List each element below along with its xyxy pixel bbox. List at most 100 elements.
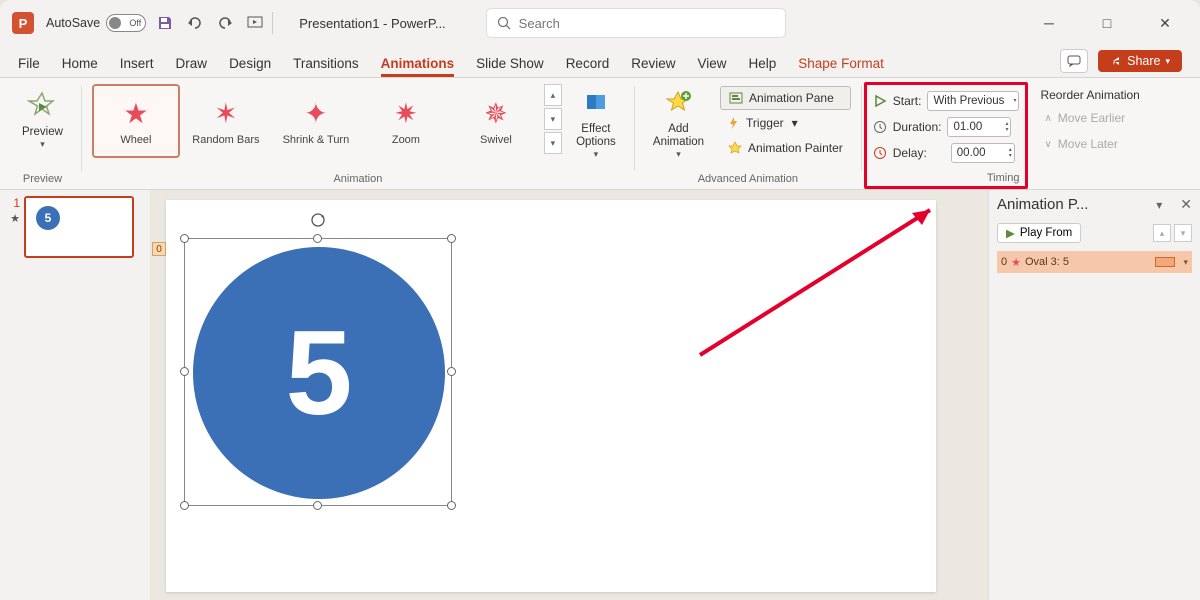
clock-icon	[873, 120, 887, 134]
entry-menu-icon[interactable]: ▾	[1183, 257, 1188, 268]
pane-move-up-button[interactable]: ▴	[1153, 224, 1171, 242]
gallery-more-button[interactable]: ▾	[544, 132, 562, 154]
slide[interactable]: 0 5	[166, 200, 936, 592]
animation-indicator-icon: ★	[8, 212, 20, 225]
resize-handle-n[interactable]	[313, 234, 322, 243]
tab-review[interactable]: Review	[631, 56, 675, 77]
close-pane-button[interactable]: ✕	[1180, 196, 1192, 213]
from-beginning-icon[interactable]	[246, 14, 264, 32]
maximize-button[interactable]: □	[1092, 8, 1122, 38]
duration-label: Duration:	[893, 120, 942, 134]
group-animation: ★Wheel ✶Random Bars ✦Shrink & Turn ✷Zoom…	[84, 82, 632, 189]
oval-shape[interactable]: 5	[193, 247, 445, 499]
delay-icon	[873, 146, 887, 160]
painter-icon	[728, 141, 742, 155]
save-icon[interactable]	[156, 14, 174, 32]
document-title: Presentation1 - PowerP...	[299, 16, 445, 31]
anim-shrink-turn[interactable]: ✦Shrink & Turn	[272, 84, 360, 158]
rotate-handle-icon[interactable]	[309, 211, 327, 234]
separator	[272, 12, 273, 34]
move-earlier-button[interactable]: ∧Move Earlier	[1036, 106, 1133, 130]
share-button[interactable]: Share▾	[1098, 50, 1182, 72]
tab-draw[interactable]: Draw	[176, 56, 208, 77]
animation-gallery-nav: ▴ ▾ ▾	[544, 84, 562, 154]
comments-button[interactable]	[1060, 49, 1088, 73]
tab-animations[interactable]: Animations	[381, 56, 455, 77]
anim-wheel[interactable]: ★Wheel	[92, 84, 180, 158]
ribbon-tabs: File Home Insert Draw Design Transitions…	[0, 46, 1200, 78]
delay-input[interactable]: 00.00▴▾	[951, 143, 1015, 163]
preview-button[interactable]: Preview ▾	[14, 84, 71, 164]
animation-entry[interactable]: 0 ★ Oval 3: 5 ▾	[997, 251, 1192, 273]
resize-handle-w[interactable]	[180, 367, 189, 376]
window-controls: ─ □ ✕	[1034, 8, 1188, 38]
gallery-down-button[interactable]: ▾	[544, 108, 562, 130]
anim-random-bars[interactable]: ✶Random Bars	[182, 84, 270, 158]
resize-handle-sw[interactable]	[180, 501, 189, 510]
pane-move-down-button[interactable]: ▾	[1174, 224, 1192, 242]
autosave-label: AutoSave	[46, 16, 100, 30]
chevron-down-icon[interactable]: ▾	[1156, 198, 1162, 212]
group-preview: Preview ▾ Preview	[6, 82, 79, 189]
search-icon	[497, 16, 511, 30]
resize-handle-ne[interactable]	[447, 234, 456, 243]
slide-thumbnails: 1 ★ 5	[0, 190, 150, 600]
redo-icon[interactable]	[216, 14, 234, 32]
group-timing: Start: With Previous▾ Duration: 01.00▴▾ …	[864, 82, 1029, 189]
slide-thumbnail-1[interactable]: 5	[24, 196, 134, 258]
duration-input[interactable]: 01.00▴▾	[947, 117, 1011, 137]
resize-handle-e[interactable]	[447, 367, 456, 376]
resize-handle-nw[interactable]	[180, 234, 189, 243]
tab-design[interactable]: Design	[229, 56, 271, 77]
tab-view[interactable]: View	[697, 56, 726, 77]
animation-painter-button[interactable]: Animation Painter	[720, 136, 851, 160]
effect-options-button[interactable]: Effect Options ▾	[568, 84, 624, 164]
resize-handle-se[interactable]	[447, 501, 456, 510]
animation-order-tag[interactable]: 0	[152, 242, 166, 256]
group-advanced-animation: Add Animation ▾ Animation Pane Trigger▾ …	[637, 82, 859, 189]
trigger-button[interactable]: Trigger▾	[720, 111, 851, 135]
tab-shape-format[interactable]: Shape Format	[798, 56, 884, 77]
slide-canvas-area: 0 5	[150, 190, 988, 600]
entry-name: Oval 3: 5	[1025, 256, 1069, 268]
search-box[interactable]	[486, 8, 786, 38]
workspace: 1 ★ 5 0 5	[0, 190, 1200, 600]
app-icon: P	[12, 12, 34, 34]
anim-swivel[interactable]: ✵Swivel	[452, 84, 540, 158]
tab-help[interactable]: Help	[749, 56, 777, 77]
titlebar: P AutoSave Off Presentation1 - PowerP...…	[0, 0, 1200, 46]
move-later-button[interactable]: ∨Move Later	[1036, 132, 1125, 156]
star-icon: ★	[1011, 256, 1021, 269]
tab-insert[interactable]: Insert	[120, 56, 154, 77]
ribbon: Preview ▾ Preview ★Wheel ✶Random Bars ✦S…	[0, 78, 1200, 190]
undo-icon[interactable]	[186, 14, 204, 32]
gallery-up-button[interactable]: ▴	[544, 84, 562, 106]
tab-transitions[interactable]: Transitions	[293, 56, 359, 77]
animation-pane: Animation P... ▾ ✕ ▶Play From ▴ ▾ 0 ★ Ov…	[988, 190, 1200, 600]
pane-icon	[729, 92, 743, 104]
animation-pane-button[interactable]: Animation Pane	[720, 86, 851, 110]
autosave-toggle[interactable]: Off	[106, 14, 146, 32]
play-from-button[interactable]: ▶Play From	[997, 223, 1081, 243]
animation-pane-title: Animation P...	[997, 196, 1088, 213]
quick-access-toolbar	[156, 14, 264, 32]
start-dropdown[interactable]: With Previous▾	[927, 91, 1019, 111]
tab-home[interactable]: Home	[62, 56, 98, 77]
entry-index: 0	[1001, 256, 1007, 268]
reorder-title: Reorder Animation	[1036, 86, 1143, 104]
play-icon	[873, 94, 887, 108]
minimize-button[interactable]: ─	[1034, 8, 1064, 38]
tab-record[interactable]: Record	[566, 56, 610, 77]
resize-handle-s[interactable]	[313, 501, 322, 510]
delay-label: Delay:	[893, 146, 927, 160]
tab-slide-show[interactable]: Slide Show	[476, 56, 544, 77]
add-animation-button[interactable]: Add Animation ▾	[645, 84, 712, 164]
trigger-icon	[728, 116, 740, 130]
thumb-circle: 5	[36, 206, 60, 230]
search-input[interactable]	[519, 16, 775, 31]
shape-selection[interactable]: 5	[184, 238, 452, 506]
close-button[interactable]: ✕	[1150, 8, 1180, 38]
anim-zoom[interactable]: ✷Zoom	[362, 84, 450, 158]
slide-number: 1	[8, 196, 20, 210]
tab-file[interactable]: File	[18, 56, 40, 77]
